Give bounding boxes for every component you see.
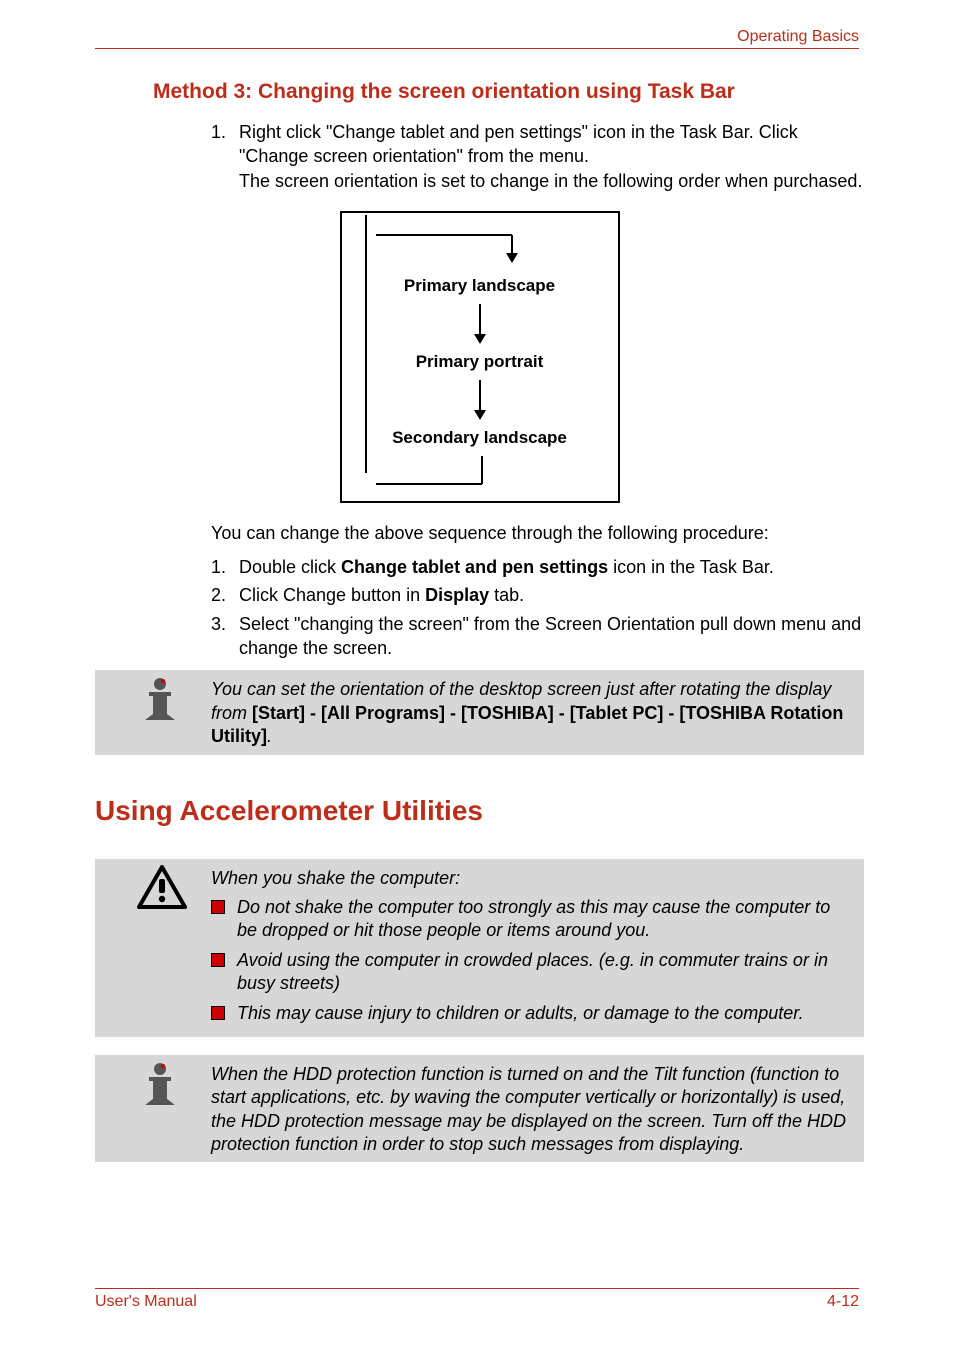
warning-icon [137, 865, 187, 911]
method-3-heading: Method 3: Changing the screen orientatio… [153, 80, 864, 104]
diagram-box: Primary landscape Primary portrait Secon… [340, 211, 620, 503]
diagram-label-1: Primary landscape [352, 276, 608, 296]
footer-right: 4-12 [827, 1293, 859, 1311]
entry-arrow-icon [352, 233, 612, 263]
info-icon [137, 676, 183, 722]
warning-bullets: Do not shake the computer too strongly a… [211, 896, 852, 1025]
info-icon [137, 1061, 183, 1107]
page-content: Method 3: Changing the screen orientatio… [95, 80, 864, 1162]
header-right-text: Operating Basics [737, 28, 859, 45]
info-note-1: You can set the orientation of the deskt… [95, 670, 864, 754]
footer-left: User's Manual [95, 1293, 197, 1311]
bullet-square-icon [211, 953, 225, 967]
sub-step: 3.Select "changing the screen" from the … [211, 612, 864, 661]
diagram-label-3: Secondary landscape [352, 428, 608, 448]
sub-step-number: 3. [211, 612, 239, 661]
warning-lead: When you shake the computer: [211, 867, 852, 890]
info-note-2-text: When the HDD protection function is turn… [211, 1061, 852, 1157]
sub-step: 2.Click Change button in Display tab. [211, 583, 864, 607]
warning-icon-col [95, 865, 199, 916]
orientation-diagram: Primary landscape Primary portrait Secon… [340, 211, 620, 503]
info-note-1-text: You can set the orientation of the deskt… [211, 676, 852, 748]
step-1: 1. Right click "Change tablet and pen se… [211, 120, 864, 193]
info1-bold: [Start] - [All Programs] - [TOSHIBA] - [… [211, 703, 843, 746]
bullet-text: Avoid using the computer in crowded plac… [237, 949, 852, 996]
warning-bullet: Avoid using the computer in crowded plac… [211, 949, 852, 996]
exit-arrow-icon [352, 456, 612, 486]
info-icon-col-2 [95, 1061, 199, 1112]
warning-box: When you shake the computer: Do not shak… [95, 859, 864, 1037]
sub-step-text: Double click Change tablet and pen setti… [239, 555, 864, 579]
using-accelerometer-heading: Using Accelerometer Utilities [95, 795, 864, 827]
sub-step-text: Select "changing the screen" from the Sc… [239, 612, 864, 661]
info-icon-col [95, 676, 199, 727]
bullet-text: This may cause injury to children or adu… [237, 1002, 852, 1025]
info-note-2: When the HDD protection function is turn… [95, 1055, 864, 1163]
diagram-label-2: Primary portrait [352, 352, 608, 372]
left-connector-line [364, 213, 368, 473]
warning-text: When you shake the computer: Do not shak… [211, 865, 852, 1031]
bullet-square-icon [211, 1006, 225, 1020]
info1-post: . [267, 726, 272, 746]
page-header: Operating Basics [95, 28, 859, 49]
arrow-down-icon [470, 380, 490, 420]
warning-bullet: Do not shake the computer too strongly a… [211, 896, 852, 943]
bullet-text: Do not shake the computer too strongly a… [237, 896, 852, 943]
sub-step-number: 1. [211, 555, 239, 579]
bullet-square-icon [211, 900, 225, 914]
page-footer: User's Manual 4-12 [95, 1288, 859, 1311]
sub-steps-list: 1.Double click Change tablet and pen set… [95, 555, 864, 660]
para-after-diagram: You can change the above sequence throug… [211, 521, 864, 545]
sub-step-number: 2. [211, 583, 239, 607]
step-1-number: 1. [211, 120, 239, 193]
sub-step-text: Click Change button in Display tab. [239, 583, 864, 607]
arrow-down-icon [470, 304, 490, 344]
step-1-text: Right click "Change tablet and pen setti… [239, 120, 864, 193]
sub-step: 1.Double click Change tablet and pen set… [211, 555, 864, 579]
warning-bullet: This may cause injury to children or adu… [211, 1002, 852, 1025]
